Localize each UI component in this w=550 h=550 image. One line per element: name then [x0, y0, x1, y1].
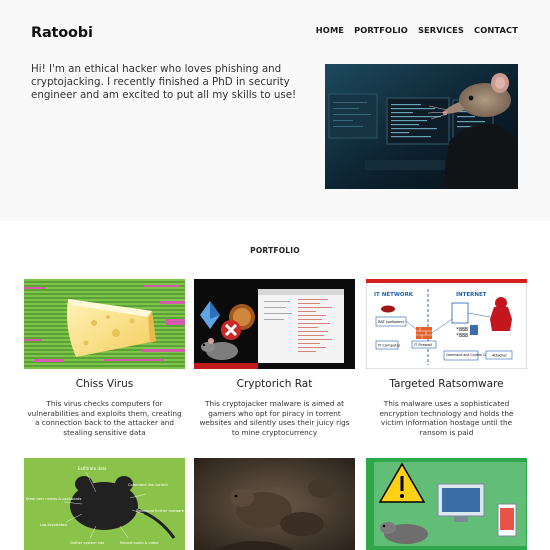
project-title: Targeted Ratsomware: [389, 378, 504, 390]
label-gather: Gather system info: [70, 541, 104, 545]
hero-section: Ratoobi HOME PORTFOLIO SERVICES CONTACT …: [0, 0, 550, 221]
it-computer-label: IT Computer: [378, 344, 401, 348]
ratsomware-diagram-image: IT NETWORK INTERNET RAT (software) IT Co…: [366, 279, 527, 369]
nav-portfolio-link[interactable]: PORTFOLIO: [354, 25, 408, 35]
project-title: Chiss Virus: [75, 378, 134, 390]
project-description: This malware uses a sophisticated encryp…: [379, 399, 514, 438]
chiss-virus-image: [24, 279, 185, 369]
portfolio-heading: PORTFOLIO: [250, 246, 300, 255]
it-network-label: IT NETWORK: [374, 292, 414, 298]
intro-text: Hi! I'm an ethical hacker who loves phis…: [31, 63, 297, 102]
rats-photo-image[interactable]: [194, 458, 355, 550]
svg-text:*888: *888: [456, 333, 468, 339]
label-record: Record audio & video: [120, 541, 158, 545]
label-command-line: Command line control: [128, 483, 168, 487]
label-exfiltrate: Exfiltrate data: [78, 466, 107, 471]
nav-contact-link[interactable]: CONTACT: [474, 25, 518, 35]
rat-capabilities-image[interactable]: Exfiltrate data Steal user names & passw…: [24, 458, 185, 550]
project-card-chiss-virus[interactable]: Chiss Virus This virus checks computers …: [24, 279, 185, 438]
label-download: Download further malware: [136, 509, 185, 513]
rat-warning-computers-image[interactable]: [366, 458, 527, 550]
hero-rat-hacker-image: [325, 64, 518, 189]
cryptorich-rat-image: [194, 279, 355, 369]
project-card-targeted-ratsomware[interactable]: IT NETWORK INTERNET RAT (software) IT Co…: [366, 279, 527, 438]
project-card-cryptorich-rat[interactable]: Cryptorich Rat This cryptojacker malware…: [194, 279, 355, 438]
label-steal: Steal user names & passwords: [26, 497, 81, 501]
project-title: Cryptorich Rat: [236, 378, 313, 390]
site-brand[interactable]: Ratoobi: [31, 25, 93, 41]
rat-software-label: RAT (software): [378, 320, 405, 324]
project-description: This virus checks computers for vulnerab…: [27, 399, 182, 438]
nav-home-link[interactable]: HOME: [316, 25, 344, 35]
nav-services-link[interactable]: SERVICES: [418, 25, 464, 35]
project-description: This cryptojacker malware is aimed at ga…: [199, 399, 350, 438]
label-log: Log keystrokes: [40, 523, 67, 527]
internet-label: INTERNET: [456, 292, 487, 298]
attacker-label: Attacker: [492, 354, 508, 358]
it-firewall-label: IT Firewall: [414, 343, 432, 347]
main-nav: HOME PORTFOLIO SERVICES CONTACT: [316, 25, 518, 35]
